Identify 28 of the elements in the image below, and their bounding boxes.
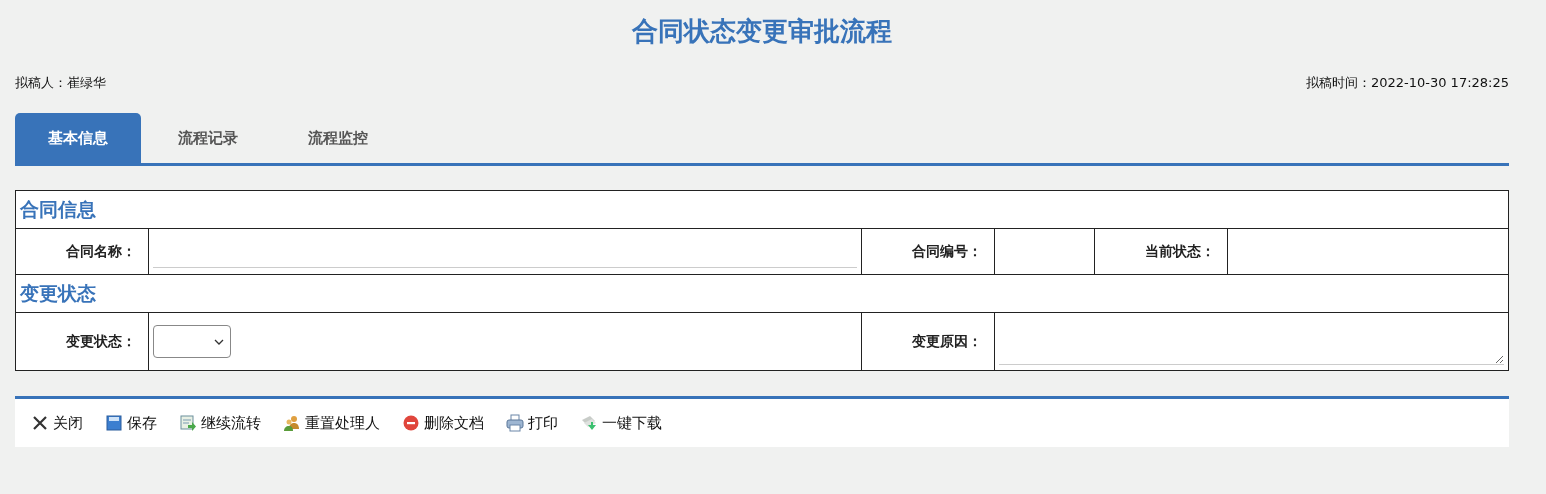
field-label: 当前状态： (1094, 228, 1228, 275)
download-icon (580, 414, 598, 432)
tab[interactable]: 基本信息 (15, 113, 141, 163)
toolbar-button[interactable]: 一键下载 (580, 413, 662, 433)
toolbar-button[interactable]: 关闭 (31, 413, 83, 433)
floppy-icon (105, 414, 123, 432)
section-heading: 合同信息 (15, 190, 1509, 229)
tab[interactable]: 流程记录 (145, 113, 271, 163)
page-title: 合同状态变更审批流程 (631, 15, 893, 48)
field-label: 合同名称： (15, 228, 149, 275)
field-label: 变更状态： (15, 312, 149, 371)
toolbar-button[interactable]: 继续流转 (179, 413, 261, 433)
status-select[interactable] (153, 325, 231, 358)
printer-icon (506, 414, 524, 432)
toolbar-button[interactable]: 保存 (105, 413, 157, 433)
toolbar-button[interactable]: 打印 (506, 413, 558, 433)
close-icon (31, 414, 49, 432)
draft-time-text: 拟稿时间：2022-10-30 17:28:25 (1305, 74, 1509, 92)
users-icon (283, 414, 301, 432)
field-label: 合同编号： (861, 228, 995, 275)
tab[interactable]: 流程监控 (275, 113, 401, 163)
drafter-text: 拟稿人：崔绿华 (15, 74, 106, 92)
field-label: 变更原因： (861, 312, 995, 371)
section-heading: 变更状态 (15, 274, 1509, 313)
chevron-icon (214, 338, 224, 345)
toolbar-button[interactable]: 重置处理人 (283, 413, 380, 433)
delete-icon (402, 414, 420, 432)
toolbar-button[interactable]: 删除文档 (402, 413, 484, 433)
